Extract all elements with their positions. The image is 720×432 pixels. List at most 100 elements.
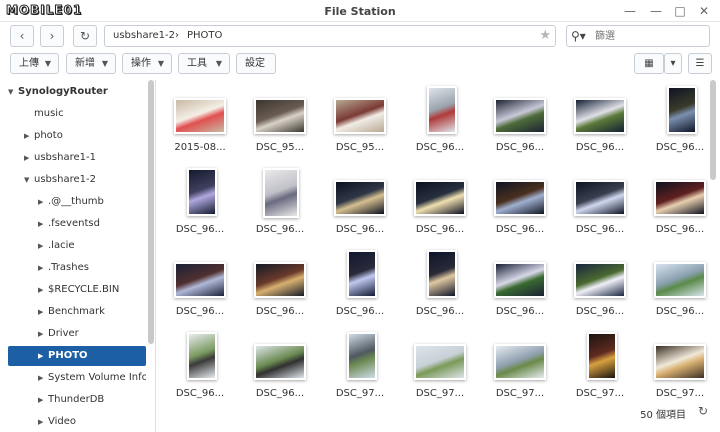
sidebar-item-fseventsd[interactable]: ▶ .fseventsd — [8, 214, 146, 234]
file-item[interactable]: DSC_95... — [325, 84, 395, 164]
caret-right-icon[interactable]: ▶ — [38, 258, 48, 278]
sidebar-item-thumb[interactable]: ▶ .@__thumb — [8, 192, 146, 212]
sidebar-item-driver[interactable]: ▶ Driver — [8, 324, 146, 344]
file-name: DSC_96... — [575, 306, 625, 317]
sidebar-item-thunderdb[interactable]: ▶ ThunderDB — [8, 390, 146, 410]
sidebar-item-recycle-bin[interactable]: ▶ $RECYCLE.BIN — [8, 280, 146, 300]
back-button[interactable]: ‹ — [10, 25, 34, 47]
file-name: DSC_96... — [255, 224, 305, 235]
caret-right-icon[interactable]: ▶ — [24, 148, 34, 168]
caret-right-icon[interactable]: ▶ — [38, 346, 48, 366]
file-item[interactable]: DSC_96... — [405, 84, 475, 164]
photo-thumbnail — [165, 330, 235, 386]
file-item[interactable]: DSC_96... — [325, 248, 395, 328]
file-item[interactable]: DSC_96... — [405, 166, 475, 246]
file-item[interactable]: DSC_96... — [325, 166, 395, 246]
sort-button[interactable]: ☰ — [688, 53, 712, 74]
caret-right-icon[interactable]: ▶ — [38, 390, 48, 410]
photo-thumbnail — [325, 84, 395, 140]
photo-thumbnail — [325, 166, 395, 222]
sidebar-item-label: .fseventsd — [48, 218, 100, 229]
sidebar-item-label: .Trashes — [48, 262, 89, 273]
view-mode-button[interactable]: ▦ — [634, 53, 664, 74]
file-item[interactable]: DSC_96... — [565, 248, 635, 328]
sidebar-item-usbshare1-1[interactable]: ▶ usbshare1-1 — [8, 148, 146, 168]
photo-image — [494, 180, 546, 216]
star-icon[interactable]: ★ — [539, 28, 551, 43]
action-button[interactable]: 操作 ▼ — [122, 53, 172, 74]
caret-right-icon[interactable]: ▶ — [38, 368, 48, 388]
file-item[interactable]: DSC_96... — [165, 248, 235, 328]
pin-icon[interactable]: — — [622, 3, 638, 19]
file-item[interactable]: DSC_97... — [485, 330, 555, 402]
file-item[interactable]: DSC_96... — [245, 248, 315, 328]
sidebar-item-benchmark[interactable]: ▶ Benchmark — [8, 302, 146, 322]
refresh-icon[interactable]: ↻ — [698, 404, 708, 418]
file-item[interactable]: DSC_96... — [565, 84, 635, 164]
file-item[interactable]: DSC_96... — [485, 84, 555, 164]
maximize-icon[interactable]: □ — [672, 3, 688, 19]
file-item[interactable]: 2015-08... — [165, 84, 235, 164]
breadcrumb-item-usbshare1-2[interactable]: usbshare1-2 — [113, 30, 175, 41]
tree-root[interactable]: ▼ SynologyRouter — [8, 82, 146, 102]
sidebar-item-music[interactable]: music — [8, 104, 146, 124]
file-item[interactable]: DSC_96... — [645, 248, 710, 328]
caret-down-icon[interactable]: ▼ — [24, 170, 34, 190]
close-icon[interactable]: ✕ — [696, 3, 712, 19]
caret-right-icon[interactable]: ▶ — [38, 214, 48, 234]
sidebar-item-photo[interactable]: ▶ photo — [8, 126, 146, 146]
file-name: DSC_96... — [655, 142, 705, 153]
file-item[interactable]: DSC_97... — [645, 330, 710, 402]
sidebar-item-label: System Volume Info — [48, 372, 146, 383]
file-item[interactable]: DSC_96... — [245, 330, 315, 402]
file-item[interactable]: DSC_96... — [165, 330, 235, 402]
settings-button[interactable]: 設定 — [236, 53, 276, 74]
caret-right-icon[interactable]: ▶ — [24, 126, 34, 146]
caret-right-icon[interactable]: ▶ — [38, 236, 48, 256]
sidebar-item-lacie[interactable]: ▶ .lacie — [8, 236, 146, 256]
file-item[interactable]: DSC_96... — [645, 84, 710, 164]
sidebar-item-usbshare1-2[interactable]: ▼ usbshare1-2 — [8, 170, 146, 190]
search-icon[interactable]: ⚲▾ — [571, 29, 586, 43]
file-item[interactable]: DSC_96... — [485, 248, 555, 328]
sidebar-scrollbar[interactable] — [148, 80, 154, 344]
sidebar-item-trashes[interactable]: ▶ .Trashes — [8, 258, 146, 278]
sidebar-item-system-volume-info[interactable]: ▶ System Volume Info — [8, 368, 146, 388]
view-mode-dropdown[interactable]: ▾ — [664, 53, 682, 74]
file-item[interactable]: DSC_97... — [565, 330, 635, 402]
caret-right-icon[interactable]: ▶ — [38, 412, 48, 432]
caret-right-icon[interactable]: ▶ — [38, 192, 48, 212]
tools-button[interactable]: 工具 ▼ — [178, 53, 230, 74]
action-button-label: 操作 — [131, 58, 151, 69]
file-item[interactable]: DSC_96... — [245, 166, 315, 246]
content-scrollbar[interactable] — [710, 80, 716, 180]
file-item[interactable]: DSC_96... — [485, 166, 555, 246]
title-bar: MOBILE01 File Station — — □ ✕ — [0, 0, 720, 22]
caret-right-icon[interactable]: ▶ — [38, 280, 48, 300]
caret-right-icon[interactable]: ▶ — [38, 324, 48, 344]
create-button[interactable]: 新增 ▼ — [66, 53, 116, 74]
file-item[interactable]: DSC_96... — [645, 166, 710, 246]
photo-image — [414, 344, 466, 380]
file-name: DSC_97... — [415, 388, 465, 399]
caret-right-icon[interactable]: ▶ — [38, 302, 48, 322]
sort-icon: ☰ — [695, 58, 705, 69]
file-item[interactable]: DSC_97... — [325, 330, 395, 402]
file-name: DSC_97... — [335, 388, 385, 399]
breadcrumb-item-photo[interactable]: PHOTO — [187, 30, 222, 41]
file-item[interactable]: DSC_96... — [565, 166, 635, 246]
forward-button[interactable]: › — [40, 25, 64, 47]
sidebar-item-video[interactable]: ▶ Video — [8, 412, 146, 432]
minimize-icon[interactable]: — — [648, 3, 664, 19]
upload-button[interactable]: 上傳 ▼ — [10, 53, 59, 74]
file-item[interactable]: DSC_95... — [245, 84, 315, 164]
file-item[interactable]: DSC_96... — [405, 248, 475, 328]
photo-thumbnail — [565, 166, 635, 222]
refresh-button[interactable]: ↻ — [73, 25, 97, 47]
filter-input[interactable] — [595, 28, 705, 44]
file-item[interactable]: DSC_97... — [405, 330, 475, 402]
photo-image — [574, 180, 626, 216]
photo-thumbnail — [645, 166, 710, 222]
sidebar-item-photo[interactable]: ▶ PHOTO — [8, 346, 146, 366]
file-item[interactable]: DSC_96... — [165, 166, 235, 246]
